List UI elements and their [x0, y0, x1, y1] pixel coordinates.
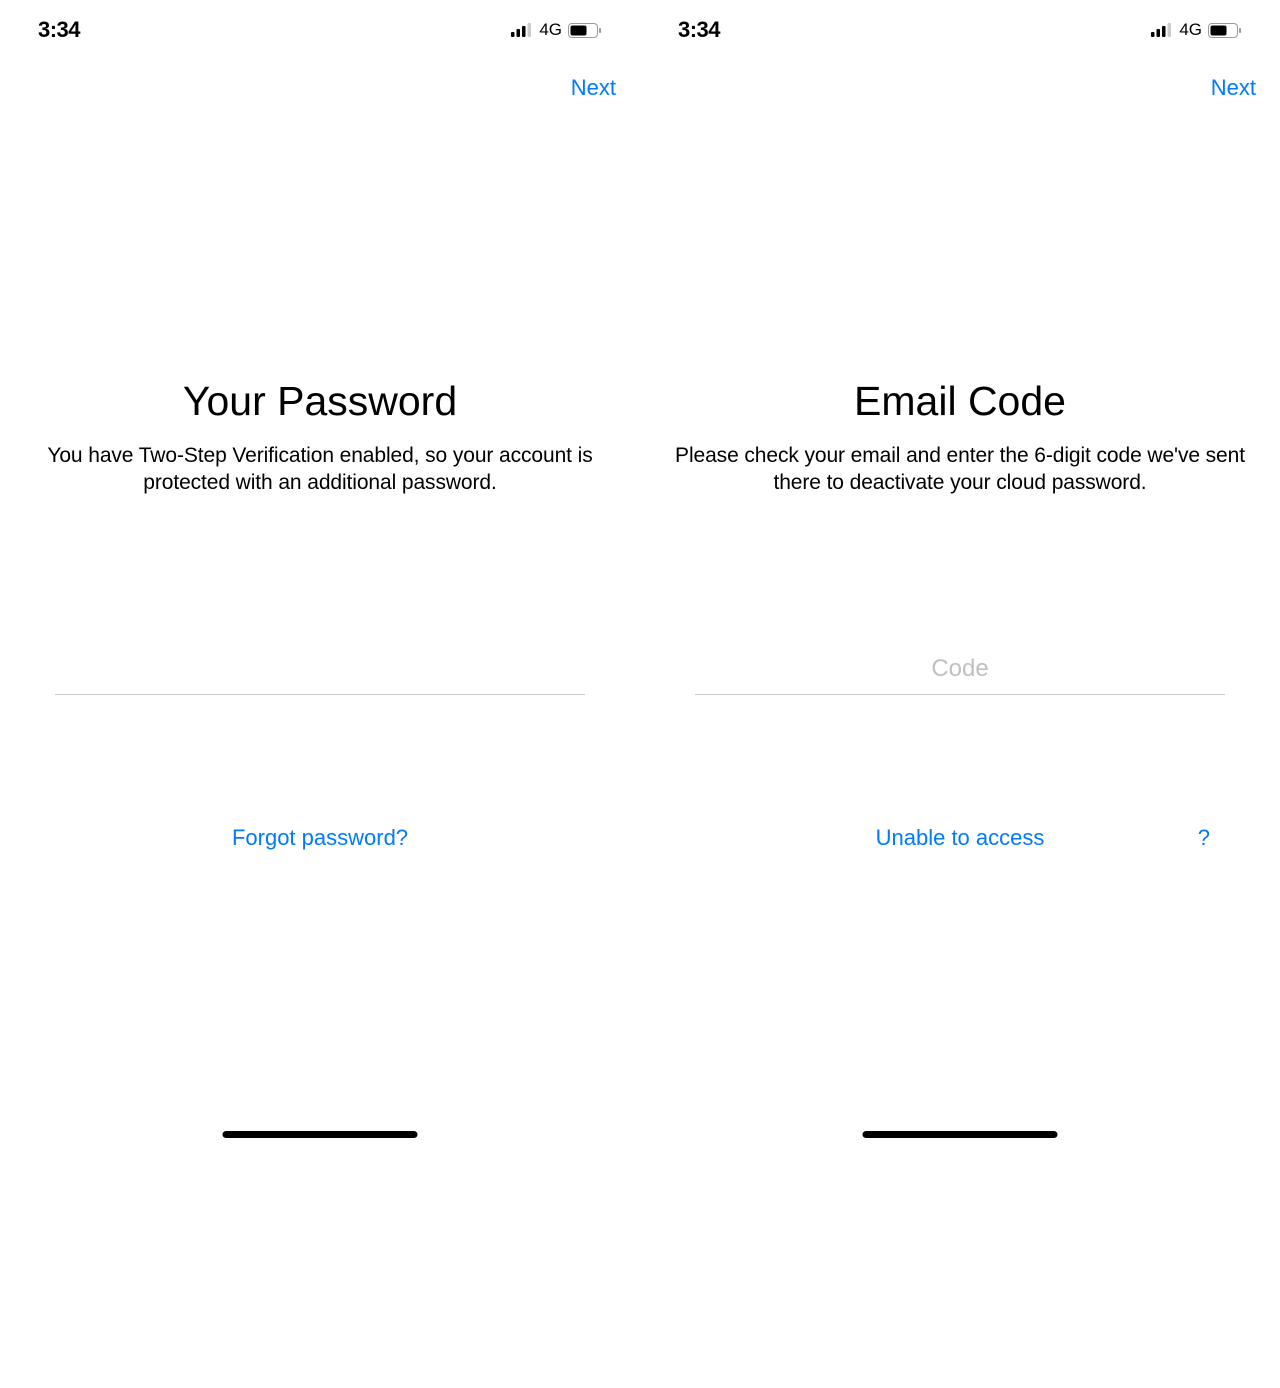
network-label: 4G [539, 20, 562, 40]
page-title: Your Password [0, 378, 640, 425]
content-area: Email Code Please check your email and e… [640, 116, 1280, 851]
email-code-screen: 3:34 4G Next Email Code [640, 0, 1280, 1388]
code-input-row [695, 645, 1225, 695]
status-bar: 3:34 4G [0, 0, 640, 60]
forgot-password-link[interactable]: Forgot password? [232, 825, 408, 851]
footer-links: Unable to access ? [640, 825, 1280, 851]
status-bar: 3:34 4G [640, 0, 1280, 60]
status-time: 3:34 [678, 17, 720, 43]
battery-icon [1208, 23, 1242, 38]
status-indicators: 4G [511, 20, 602, 40]
page-title: Email Code [640, 378, 1280, 425]
page-subtitle: You have Two-Step Verification enabled, … [0, 443, 640, 497]
next-button[interactable]: Next [1211, 75, 1256, 101]
page-subtitle: Please check your email and enter the 6-… [640, 443, 1280, 497]
status-indicators: 4G [1151, 20, 1242, 40]
code-input[interactable] [695, 655, 1225, 683]
content-area: Your Password You have Two-Step Verifica… [0, 116, 640, 851]
home-indicator [863, 1131, 1058, 1138]
unable-to-access-link[interactable]: Unable to access [876, 825, 1045, 851]
battery-icon [568, 23, 602, 38]
nav-bar: Next [640, 60, 1280, 116]
footer-links: Forgot password? [0, 825, 640, 851]
network-label: 4G [1179, 20, 1202, 40]
password-input-row [55, 645, 585, 695]
nav-bar: Next [0, 60, 640, 116]
password-screen: 3:34 4G Next Your Passw [0, 0, 640, 1388]
help-icon[interactable]: ? [1198, 825, 1210, 851]
home-indicator [223, 1131, 418, 1138]
next-button[interactable]: Next [571, 75, 616, 101]
signal-icon [511, 23, 533, 37]
signal-icon [1151, 23, 1173, 37]
password-input[interactable] [55, 655, 585, 683]
status-time: 3:34 [38, 17, 80, 43]
